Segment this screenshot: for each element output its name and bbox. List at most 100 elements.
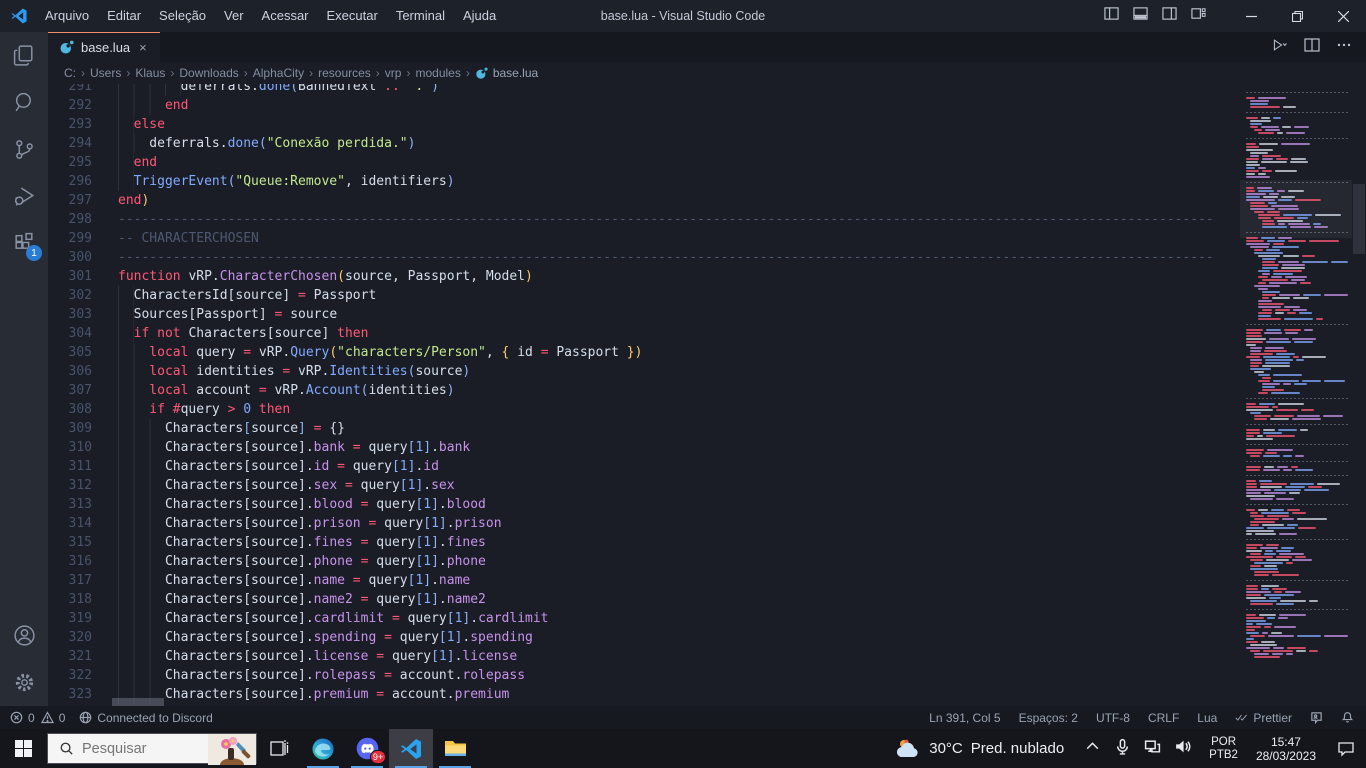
toggle-secondary-sidebar-icon[interactable]	[1162, 6, 1177, 26]
line-number[interactable]: 304	[48, 324, 92, 343]
breadcrumb-item[interactable]: Users	[90, 66, 121, 80]
line-number[interactable]: 305	[48, 343, 92, 362]
menu-arquivo[interactable]: Arquivo	[36, 0, 98, 32]
encoding[interactable]: UTF-8	[1096, 711, 1130, 725]
tab-close-icon[interactable]: ×	[137, 40, 149, 55]
line-number[interactable]: 309	[48, 419, 92, 438]
breadcrumb-file[interactable]: base.lua	[475, 66, 538, 80]
scrollbar-thumb[interactable]	[1353, 184, 1365, 254]
line-number[interactable]: 315	[48, 533, 92, 552]
menu-terminal[interactable]: Terminal	[387, 0, 454, 32]
customize-layout-icon[interactable]	[1191, 6, 1206, 26]
menu-ver[interactable]: Ver	[215, 0, 253, 32]
extensions-icon[interactable]: 1	[0, 220, 48, 267]
indentation[interactable]: Espaços: 2	[1019, 711, 1078, 725]
line-number[interactable]: 320	[48, 628, 92, 647]
accounts-icon[interactable]	[0, 612, 48, 659]
task-view-button[interactable]	[257, 729, 301, 768]
line-number[interactable]: 302	[48, 286, 92, 305]
line-number[interactable]: 317	[48, 571, 92, 590]
toggle-panel-icon[interactable]	[1133, 6, 1148, 26]
minimize-button[interactable]	[1228, 0, 1274, 32]
code-editor[interactable]: 291 deferrals. done(BannedText .. ".") 292 e…	[48, 84, 1240, 706]
line-number[interactable]: 318	[48, 590, 92, 609]
line-number[interactable]: 314	[48, 514, 92, 533]
menu-acessar[interactable]: Acessar	[253, 0, 318, 32]
code-line-305[interactable]: 305 local query = vRP. Query("characters/P…	[48, 343, 1240, 362]
code-line-298[interactable]: 298 -------------------------------------…	[48, 210, 1240, 229]
menu-seleção[interactable]: Seleção	[150, 0, 215, 32]
code-line-295[interactable]: 295 end	[48, 153, 1240, 172]
breadcrumb-item[interactable]: C:	[64, 66, 76, 80]
menu-editar[interactable]: Editar	[98, 0, 150, 32]
code-line-292[interactable]: 292 end	[48, 96, 1240, 115]
code-line-304[interactable]: 304 if not Characters[source] then	[48, 324, 1240, 343]
vertical-scrollbar[interactable]	[1352, 84, 1366, 706]
line-number[interactable]: 291	[48, 84, 92, 96]
line-number[interactable]: 299	[48, 229, 92, 248]
line-number[interactable]: 293	[48, 115, 92, 134]
restore-button[interactable]	[1274, 0, 1320, 32]
code-line-308[interactable]: 308 if # query > 0 then	[48, 400, 1240, 419]
tab-base-lua[interactable]: base.lua ×	[48, 32, 160, 62]
line-number[interactable]: 308	[48, 400, 92, 419]
code-line-313[interactable]: 313 Characters[source]. blood = query[1]. b…	[48, 495, 1240, 514]
toggle-sidebar-icon[interactable]	[1104, 6, 1119, 26]
vscode-app-button[interactable]	[389, 729, 433, 768]
network-icon[interactable]	[1144, 738, 1161, 760]
code-line-291[interactable]: 291 deferrals. done(BannedText .. ".")	[48, 84, 1240, 96]
breadcrumb-item[interactable]: AlphaCity	[253, 66, 304, 80]
line-number[interactable]: 322	[48, 666, 92, 685]
start-button[interactable]	[0, 729, 47, 768]
code-line-318[interactable]: 318 Characters[source]. name2 = query[1]. n…	[48, 590, 1240, 609]
code-line-306[interactable]: 306 local identities = vRP. Identities(sou…	[48, 362, 1240, 381]
taskbar-search-box[interactable]	[47, 733, 257, 765]
formatter-status[interactable]: Prettier	[1235, 711, 1292, 725]
line-number[interactable]: 306	[48, 362, 92, 381]
line-number[interactable]: 319	[48, 609, 92, 628]
line-number[interactable]: 296	[48, 172, 92, 191]
file-explorer-app-button[interactable]	[433, 729, 477, 768]
taskbar-clock[interactable]: 15:47 28/03/2023	[1246, 735, 1326, 763]
breadcrumb-item[interactable]: Klaus	[135, 66, 165, 80]
breadcrumb-item[interactable]: resources	[318, 66, 371, 80]
line-number[interactable]: 313	[48, 495, 92, 514]
code-line-312[interactable]: 312 Characters[source]. sex = query[1]. sex	[48, 476, 1240, 495]
line-number[interactable]: 294	[48, 134, 92, 153]
code-line-317[interactable]: 317 Characters[source]. name = query[1]. na…	[48, 571, 1240, 590]
line-number[interactable]: 301	[48, 267, 92, 286]
discord-app-button[interactable]: 9+	[345, 729, 389, 768]
code-line-293[interactable]: 293 else	[48, 115, 1240, 134]
breadcrumb-item[interactable]: Downloads	[179, 66, 238, 80]
notifications-bell-icon[interactable]	[1341, 711, 1354, 724]
code-line-294[interactable]: 294 deferrals. done("Conexão perdida.")	[48, 134, 1240, 153]
line-number[interactable]: 311	[48, 457, 92, 476]
code-line-319[interactable]: 319 Characters[source]. cardlimit = query[…	[48, 609, 1240, 628]
code-line-297[interactable]: 297 end)	[48, 191, 1240, 210]
discord-status[interactable]: Connected to Discord	[79, 711, 213, 725]
language-mode[interactable]: Lua	[1197, 711, 1217, 725]
breadcrumb-item[interactable]: modules	[415, 66, 460, 80]
volume-icon[interactable]	[1174, 738, 1191, 760]
code-line-320[interactable]: 320 Characters[source]. spending = query[1…	[48, 628, 1240, 647]
line-number[interactable]: 321	[48, 647, 92, 666]
run-debug-icon[interactable]	[0, 173, 48, 220]
action-center-button[interactable]	[1326, 740, 1366, 758]
run-file-icon[interactable]	[1272, 37, 1288, 58]
code-line-302[interactable]: 302 CharactersId[source] = Passport	[48, 286, 1240, 305]
code-line-296[interactable]: 296 TriggerEvent("Queue:Remove", identifi…	[48, 172, 1240, 191]
split-editor-icon[interactable]	[1304, 37, 1320, 58]
eol-sequence[interactable]: CRLF	[1148, 711, 1179, 725]
code-line-300[interactable]: 300 -------------------------------------…	[48, 248, 1240, 267]
code-line-301[interactable]: 301 function vRP. CharacterChosen(source, …	[48, 267, 1240, 286]
code-line-314[interactable]: 314 Characters[source]. prison = query[1].…	[48, 514, 1240, 533]
line-number[interactable]: 295	[48, 153, 92, 172]
code-line-299[interactable]: 299 -- CHARACTERCHOSEN	[48, 229, 1240, 248]
code-line-310[interactable]: 310 Characters[source]. bank = query[1]. ba…	[48, 438, 1240, 457]
line-number[interactable]: 312	[48, 476, 92, 495]
code-line-321[interactable]: 321 Characters[source]. license = query[1]…	[48, 647, 1240, 666]
more-actions-icon[interactable]	[1336, 37, 1352, 58]
line-number[interactable]: 298	[48, 210, 92, 229]
menu-ajuda[interactable]: Ajuda	[454, 0, 505, 32]
code-line-315[interactable]: 315 Characters[source]. fines = query[1]. f…	[48, 533, 1240, 552]
